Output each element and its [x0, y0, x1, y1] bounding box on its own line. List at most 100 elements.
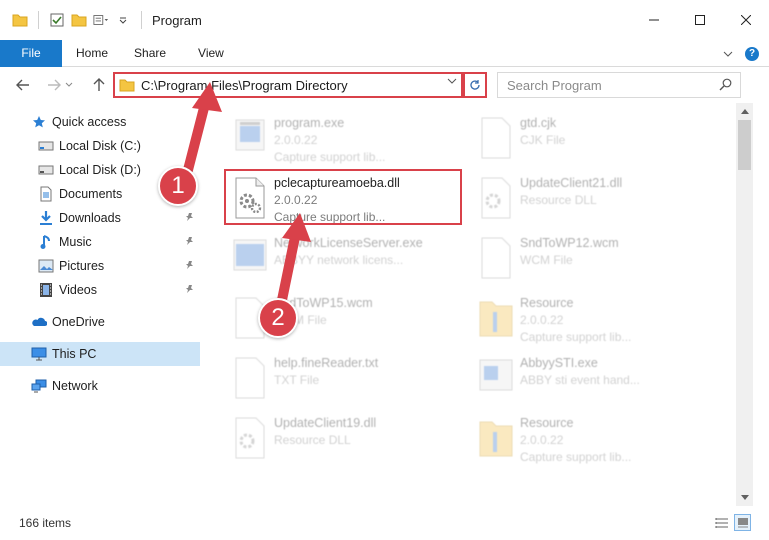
file-item[interactable]: gtd.cjk CJK File [470, 108, 710, 164]
properties-icon[interactable] [49, 12, 65, 28]
recent-locations-button[interactable] [62, 72, 76, 98]
large-icons-view-icon[interactable] [734, 514, 751, 531]
chevron-down-icon[interactable] [115, 12, 131, 28]
back-button[interactable] [10, 72, 36, 98]
title-bar: Program [0, 0, 769, 40]
file-version: WCM File [520, 253, 573, 267]
expand-ribbon-icon[interactable] [723, 47, 733, 61]
search-icon [719, 78, 732, 94]
file-item[interactable]: program.exe 2.0.0.22 Capture support lib… [224, 108, 464, 164]
file-name: UpdateClient21.dll [520, 176, 623, 190]
file-version: 2.0.0.22 [520, 433, 564, 447]
sidebar-item-network[interactable]: Network [0, 374, 200, 398]
file-icon [476, 234, 516, 282]
address-dropdown-icon[interactable] [447, 77, 457, 88]
back-arrow-icon [16, 79, 29, 91]
exe-icon [230, 114, 270, 162]
sidebar-item-label: Network [52, 379, 98, 393]
exe-icon [476, 354, 516, 402]
forward-arrow-icon [48, 79, 61, 91]
this-pc-icon [31, 346, 47, 362]
close-button[interactable] [723, 0, 769, 40]
minimize-button[interactable] [631, 0, 677, 40]
up-button[interactable] [86, 72, 112, 98]
sidebar-item-quick-access[interactable]: Quick access [0, 110, 200, 134]
videos-icon [38, 282, 54, 298]
sidebar-item-documents[interactable]: Documents [0, 182, 200, 206]
sidebar-item-label: Downloads [59, 211, 121, 225]
details-view-icon[interactable] [713, 514, 730, 531]
customize-toolbar-icon[interactable] [93, 12, 109, 28]
file-description: Capture support lib... [520, 450, 632, 464]
new-folder-icon[interactable] [71, 12, 87, 28]
sidebar-item-videos[interactable]: Videos [0, 278, 200, 302]
file-item[interactable]: AbbyySTI.exe ABBY sti event hand... [470, 348, 710, 404]
file-version: ABBYY network licens... [274, 253, 404, 267]
network-icon [31, 378, 47, 394]
tab-file[interactable]: File [0, 39, 62, 67]
file-version: Resource DLL [520, 193, 597, 207]
star-icon [31, 114, 47, 130]
item-count: 166 items [19, 516, 72, 530]
file-item[interactable]: UpdateClient19.dll Resource DLL [224, 408, 464, 464]
help-icon[interactable]: ? [745, 46, 759, 61]
onedrive-icon [31, 314, 47, 330]
archive-icon [476, 294, 516, 342]
file-name: gtd.cjk [520, 116, 557, 130]
sidebar-item-label: Local Disk (C:) [59, 139, 141, 153]
sidebar-item-downloads[interactable]: Downloads [0, 206, 200, 230]
chevron-down-icon [65, 82, 73, 87]
sidebar-item-music[interactable]: Music [0, 230, 200, 254]
pictures-icon [38, 258, 54, 274]
up-arrow-icon [93, 78, 105, 91]
archive-icon [476, 414, 516, 462]
file-version: ABBY sti event hand... [520, 373, 640, 387]
file-item[interactable]: SndToWP15.wcm WCM File [224, 288, 464, 344]
file-item[interactable]: Resource 2.0.0.22 Capture support lib... [470, 408, 710, 464]
scrollbar-thumb[interactable] [738, 120, 751, 170]
file-item[interactable]: Resource 2.0.0.22 Capture support lib... [470, 288, 710, 344]
address-bar[interactable]: C:\Program Files\Program Directory [113, 72, 463, 98]
window-title: Program [152, 12, 202, 28]
toolbar-divider [141, 11, 142, 29]
file-item[interactable]: SndToWP12.wcm WCM File [470, 228, 710, 284]
file-icon [230, 294, 270, 342]
file-item[interactable]: NetworkLicenseServer.exe ABBYY network l… [224, 228, 464, 284]
sidebar-item-local-disk-d[interactable]: Local Disk (D:) [0, 158, 200, 182]
file-description: Capture support lib... [274, 150, 386, 164]
vertical-scrollbar[interactable] [736, 103, 753, 506]
scroll-down-icon[interactable] [736, 489, 753, 506]
search-box[interactable]: Search Program [497, 72, 741, 98]
navigation-bar: C:\Program Files\Program Directory Searc… [0, 67, 769, 103]
window-controls [631, 0, 769, 40]
file-item[interactable]: help.fineReader.txt TXT File [224, 348, 464, 404]
maximize-button[interactable] [677, 0, 723, 40]
sidebar-item-local-disk-c[interactable]: Local Disk (C:) [0, 134, 200, 158]
pin-icon [185, 284, 195, 297]
sidebar-item-label: Local Disk (D:) [59, 163, 141, 177]
sidebar-item-label: Documents [59, 187, 123, 201]
close-icon [741, 15, 751, 25]
file-name: Resource [520, 416, 574, 430]
documents-icon [38, 186, 54, 202]
refresh-button[interactable] [463, 72, 487, 98]
tab-home[interactable]: Home [62, 40, 122, 67]
sidebar-item-pictures[interactable]: Pictures [0, 254, 200, 278]
file-name: UpdateClient19.dll [274, 416, 377, 430]
dll-icon [230, 414, 270, 462]
file-item[interactable]: UpdateClient21.dll Resource DLL [470, 168, 710, 224]
tab-view[interactable]: View [180, 40, 238, 67]
sidebar-item-label: OneDrive [52, 315, 105, 329]
tab-share[interactable]: Share [122, 40, 180, 67]
sidebar-item-onedrive[interactable]: OneDrive [0, 310, 200, 334]
toolbar-divider [38, 11, 39, 29]
file-name: program.exe [274, 116, 345, 130]
scroll-up-icon[interactable] [736, 103, 753, 120]
status-bar: 166 items [0, 506, 769, 540]
sidebar-item-label: Quick access [52, 115, 127, 129]
sidebar-item-this-pc[interactable]: This PC [0, 342, 200, 366]
ribbon-right-controls: ? [723, 40, 759, 67]
music-icon [38, 234, 54, 250]
maximize-icon [695, 15, 705, 25]
search-placeholder: Search Program [507, 77, 602, 93]
